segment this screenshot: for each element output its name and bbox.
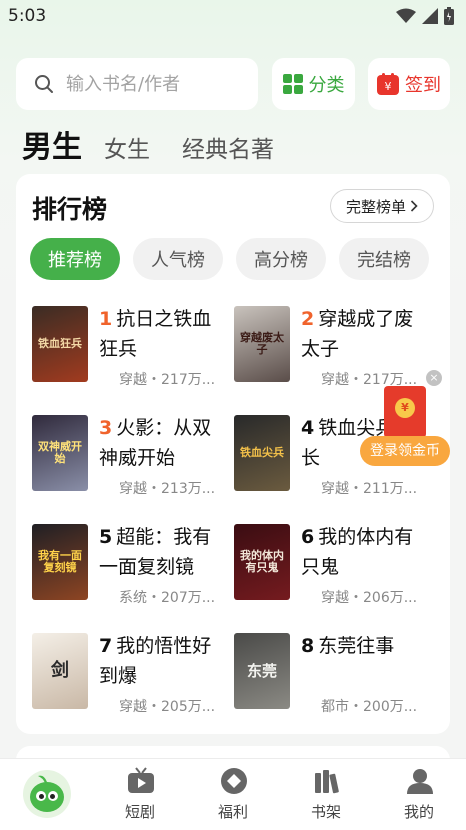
book-cover: 我有一面复刻镜 [32, 524, 88, 600]
rank-tab-recommended[interactable]: 推荐榜 [30, 238, 120, 280]
rank-tabs: 推荐榜 人气榜 高分榜 完结榜 [30, 238, 429, 280]
book-meta: 系统・207万... [119, 590, 216, 606]
red-packet-promo[interactable]: × ¥ 登录领金币 [360, 370, 456, 470]
home-mascot-icon [23, 770, 71, 818]
grid-icon [282, 74, 303, 94]
full-list-button[interactable]: 完整榜单 [330, 189, 434, 223]
svg-text:¥: ¥ [385, 80, 392, 93]
nav-label: 书架 [310, 803, 341, 821]
status-time: 5:03 [8, 6, 47, 26]
battery-icon [444, 7, 454, 25]
calendar-icon: ¥ [377, 73, 399, 95]
rank-tab-popular[interactable]: 人气榜 [133, 238, 223, 280]
status-bar: 5:03 [0, 0, 466, 34]
chevron-right-icon [410, 200, 418, 212]
book-meta: 穿越・205万... [119, 699, 216, 715]
nav-benefits[interactable]: 福利 [193, 759, 273, 830]
book-meta: 穿越・206万... [321, 590, 418, 606]
checkin-label: 签到 [405, 75, 441, 96]
close-icon[interactable]: × [426, 370, 442, 386]
ranking-title: 排行榜 [32, 195, 108, 224]
book-item[interactable]: 我有一面复刻镜 5 超能：我有一面复刻镜 系统・207万... [32, 524, 232, 606]
book-cover: 铁血狂兵 [32, 306, 88, 382]
book-item[interactable]: 剑 7 我的悟性好到爆 穿越・205万... [32, 633, 232, 715]
nav-label: 我的 [403, 803, 434, 821]
book-item[interactable]: 我的体内有只鬼 6 我的体内有只鬼 穿越・206万... [234, 524, 434, 606]
book-cover: 铁血尖兵 [234, 415, 290, 491]
profile-icon [407, 769, 433, 794]
checkin-button[interactable]: ¥ 签到 [368, 58, 450, 110]
book-title: 5 超能：我有一面复刻镜 [99, 526, 212, 578]
full-list-label: 完整榜单 [345, 197, 406, 216]
rank-number: 1 [99, 308, 113, 330]
nav-bookshelf[interactable]: 书架 [286, 759, 366, 830]
rank-number: 4 [301, 417, 315, 439]
rank-tab-high-score[interactable]: 高分榜 [236, 238, 326, 280]
nav-profile[interactable]: 我的 [379, 759, 459, 830]
book-cover: 我的体内有只鬼 [234, 524, 290, 600]
book-title: 8 东莞往事 [301, 635, 395, 657]
book-item[interactable]: 铁血狂兵 1 抗日之铁血狂兵 穿越・217万... [32, 306, 232, 388]
rank-tab-completed[interactable]: 完结榜 [339, 238, 429, 280]
red-envelope-icon: ¥ [384, 386, 426, 438]
book-cover: 东莞 [234, 633, 290, 709]
rank-number: 3 [99, 417, 113, 439]
gender-tabs: 男生 女生 经典名著 [22, 122, 306, 166]
nav-short-drama[interactable]: 短剧 [100, 759, 180, 830]
book-title: 7 我的悟性好到爆 [99, 635, 212, 687]
tab-classics[interactable]: 经典名著 [182, 130, 274, 164]
rank-number: 6 [301, 526, 315, 548]
book-meta: 穿越・217万... [119, 372, 216, 388]
bottom-nav: 短剧 福利 书架 我的 [0, 758, 466, 830]
rank-number: 8 [301, 635, 315, 657]
book-item[interactable]: 双神威开始 3 火影：从双神威开始 穿越・213万... [32, 415, 232, 497]
nav-home[interactable] [0, 759, 80, 830]
book-meta: 穿越・213万... [119, 481, 216, 497]
book-cover: 剑 [32, 633, 88, 709]
rank-number: 2 [301, 308, 315, 330]
category-button[interactable]: 分类 [272, 58, 355, 110]
status-icons [396, 7, 454, 25]
book-title: 1 抗日之铁血狂兵 [99, 308, 212, 360]
search-input[interactable] [66, 73, 236, 95]
book-meta: 都市・200万... [321, 699, 418, 715]
tab-male[interactable]: 男生 [22, 122, 82, 166]
search-icon [35, 75, 53, 93]
nav-label: 短剧 [124, 803, 155, 821]
coin-icon: ¥ [395, 398, 415, 418]
rank-number: 7 [99, 635, 113, 657]
red-packet-label: 登录领金币 [360, 436, 450, 466]
book-title: 6 我的体内有只鬼 [301, 526, 414, 578]
signal-icon [422, 8, 438, 24]
book-title: 3 火影：从双神威开始 [99, 417, 212, 469]
search-box[interactable] [16, 58, 258, 110]
gift-diamond-icon [221, 768, 247, 794]
wifi-icon [396, 8, 416, 23]
nav-label: 福利 [217, 803, 248, 821]
book-cover: 穿越废太子 [234, 306, 290, 382]
book-item[interactable]: 东莞 8 东莞往事 都市・200万... [234, 633, 434, 715]
tab-female[interactable]: 女生 [104, 130, 150, 164]
tv-icon [128, 767, 154, 793]
rank-number: 5 [99, 526, 113, 548]
book-title: 2 穿越成了废太子 [301, 308, 414, 360]
category-label: 分类 [308, 75, 345, 96]
book-meta: 穿越・211万... [321, 481, 418, 497]
bookshelf-icon [315, 770, 339, 794]
book-cover: 双神威开始 [32, 415, 88, 491]
